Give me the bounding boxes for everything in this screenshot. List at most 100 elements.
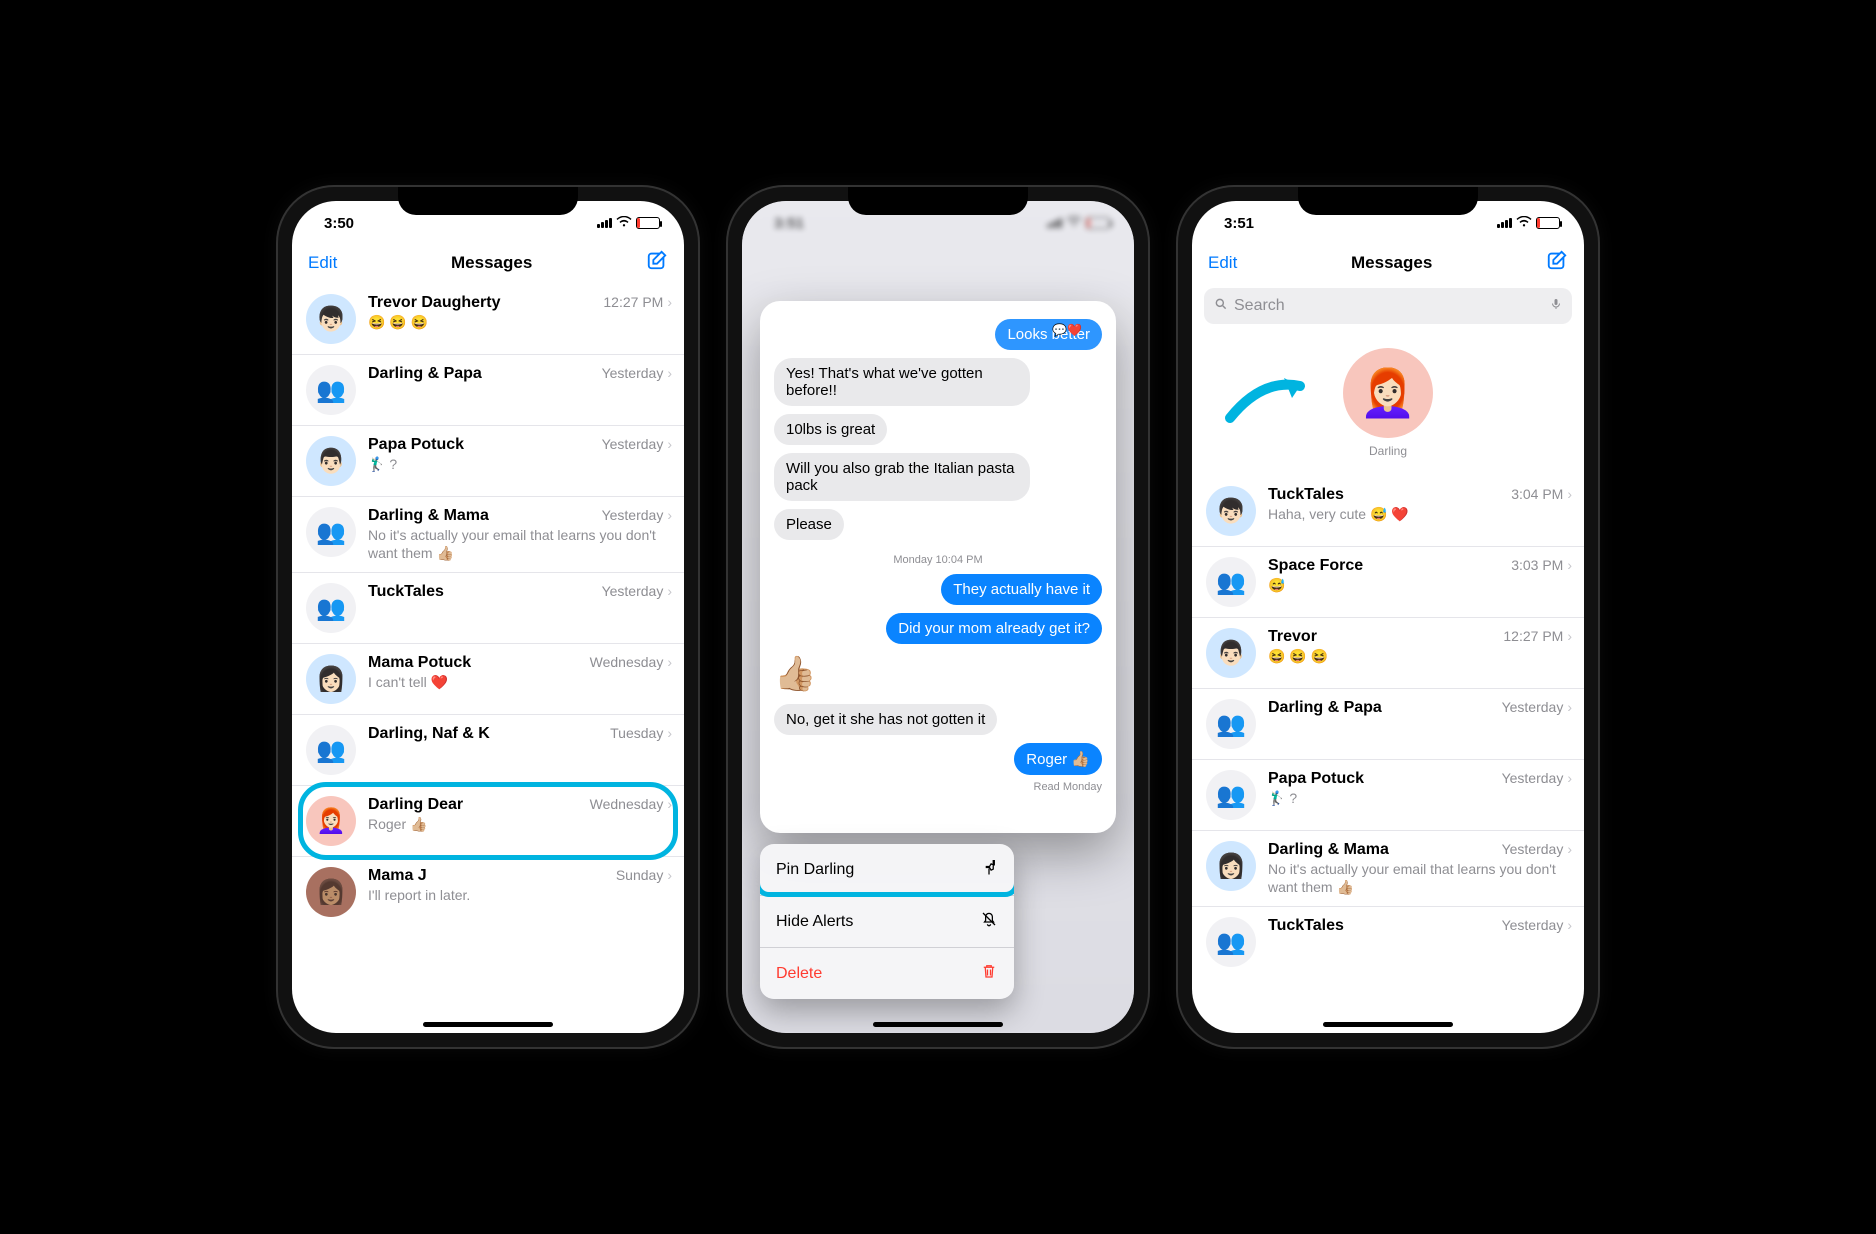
conversation-preview: 🏌🏻‍♂️ ? (368, 456, 672, 474)
edit-button[interactable]: Edit (1208, 253, 1237, 273)
conversation-row[interactable]: 👥TuckTalesYesterday› (1192, 907, 1584, 977)
conversation-preview: Haha, very cute 😅 ❤️ (1268, 506, 1572, 524)
conversation-row[interactable]: 👥Darling & PapaYesterday› (292, 355, 684, 426)
conversation-row[interactable]: 👦🏻TuckTales3:04 PM›Haha, very cute 😅 ❤️ (1192, 476, 1584, 547)
bell-slash-icon (980, 910, 998, 933)
conversation-row[interactable]: 👩🏻Darling & MamaYesterday›No it's actual… (1192, 831, 1584, 907)
avatar: 👩🏽 (306, 867, 356, 917)
chevron-right-icon: › (1567, 628, 1572, 644)
home-indicator[interactable] (1323, 1022, 1453, 1027)
menu-item-delete[interactable]: Delete (760, 948, 1014, 999)
read-receipt: Read Monday (774, 779, 1102, 793)
conversation-row[interactable]: 👦🏻Trevor Daugherty12:27 PM›😆 😆 😆 (292, 284, 684, 355)
conversation-name: Darling & Papa (368, 365, 482, 383)
conversation-preview: 😆 😆 😆 (1268, 648, 1572, 666)
chevron-right-icon: › (667, 365, 672, 381)
chevron-right-icon: › (1567, 557, 1572, 573)
menu-item-label: Delete (776, 965, 822, 983)
message-in: Please (774, 509, 844, 540)
conversation-row[interactable]: 👥Space Force3:03 PM›😅 (1192, 547, 1584, 618)
annotation-arrow-icon (1222, 368, 1322, 433)
conversation-row[interactable]: 👥Darling & PapaYesterday› (1192, 689, 1584, 760)
message-in: No, get it she has not gotten it (774, 704, 997, 735)
conversation-preview: 😅 (1268, 577, 1572, 595)
conversation-time: 3:04 PM (1511, 486, 1563, 502)
conversation-row[interactable]: 👩🏽 Mama J Sunday› I'll report in later. (292, 857, 684, 927)
conversation-time: Sunday (616, 867, 663, 883)
conversation-row[interactable]: 👥Darling, Naf & KTuesday› (292, 715, 684, 786)
conversation-time: 3:03 PM (1511, 557, 1563, 573)
conversation-preview: I'll report in later. (368, 887, 672, 905)
message-in: Will you also grab the Italian pasta pac… (774, 453, 1030, 501)
conversation-list[interactable]: 👦🏻TuckTales3:04 PM›Haha, very cute 😅 ❤️ 👥… (1192, 476, 1584, 977)
avatar: 👩🏻 (1206, 841, 1256, 891)
phone-frame-1: 3:50 Edit Messages 👦🏻Trevor Daugh (278, 187, 698, 1047)
search-icon (1214, 297, 1228, 316)
compose-button[interactable] (1546, 249, 1568, 276)
conversation-name: Space Force (1268, 557, 1363, 575)
compose-button[interactable] (646, 249, 668, 276)
conversation-row[interactable]: 👥Papa PotuckYesterday›🏌🏻‍♂️ ? (1192, 760, 1584, 831)
conversation-name: Mama Potuck (368, 654, 471, 672)
avatar: 👥 (306, 507, 356, 557)
conversation-row[interactable]: 👩🏻‍🦰Darling DearWednesday›Roger 👍🏼 (292, 786, 684, 857)
home-indicator[interactable] (873, 1022, 1003, 1027)
conversation-name: Papa Potuck (368, 436, 464, 454)
page-title: Messages (1351, 253, 1432, 273)
chevron-right-icon: › (667, 867, 672, 883)
avatar: 👩🏻‍🦰 (306, 796, 356, 846)
chevron-right-icon: › (667, 654, 672, 670)
home-indicator[interactable] (423, 1022, 553, 1027)
message-timestamp: Monday 10:04 PM (774, 544, 1102, 570)
message-out: They actually have it (941, 574, 1102, 605)
status-time: 3:51 (774, 215, 804, 232)
message-in: Yes! That's what we've gotten before!! (774, 358, 1030, 406)
chevron-right-icon: › (667, 507, 672, 523)
battery-icon (1086, 217, 1110, 229)
menu-item-pin[interactable]: Pin Darling (760, 844, 1014, 896)
avatar: 👨🏻 (1206, 628, 1256, 678)
chevron-right-icon: › (1567, 699, 1572, 715)
pinned-name: Darling (1369, 444, 1407, 458)
conversation-name: Trevor (1268, 628, 1317, 646)
avatar: 👥 (1206, 917, 1256, 967)
conversation-name: Mama J (368, 867, 427, 885)
notch (398, 187, 578, 215)
chevron-right-icon: › (1567, 841, 1572, 857)
conversation-preview: Roger 👍🏼 (368, 816, 672, 834)
conversation-time: 12:27 PM (603, 294, 663, 310)
conversation-row[interactable]: 👩🏻Mama PotuckWednesday›I can't tell ❤️ (292, 644, 684, 715)
conversation-time: Yesterday (602, 583, 664, 599)
conversation-row[interactable]: 👥TuckTalesYesterday› (292, 573, 684, 644)
conversation-time: 12:27 PM (1503, 628, 1563, 644)
context-menu: Pin Darling Hide Alerts Delete (760, 844, 1014, 999)
avatar: 👥 (306, 583, 356, 633)
mic-icon[interactable] (1550, 296, 1562, 317)
conversation-name: TuckTales (368, 583, 444, 601)
trash-icon (980, 962, 998, 985)
chevron-right-icon: › (1567, 917, 1572, 933)
conversation-row[interactable]: 👨🏻Papa PotuckYesterday›🏌🏻‍♂️ ? (292, 426, 684, 497)
message-in: 10lbs is great (774, 414, 887, 445)
conversation-list[interactable]: 👦🏻Trevor Daugherty12:27 PM›😆 😆 😆👥Darling… (292, 284, 684, 927)
conversation-time: Yesterday (602, 436, 664, 452)
menu-item-label: Hide Alerts (776, 913, 853, 931)
conversation-preview-card[interactable]: Looks better 💬❤️ Yes! That's what we've … (760, 301, 1116, 833)
nav-bar: Edit Messages (292, 245, 684, 284)
conversation-time: Yesterday (1502, 770, 1564, 786)
status-time: 3:50 (324, 215, 354, 232)
menu-item-label: Pin Darling (776, 861, 854, 879)
conversation-time: Yesterday (602, 507, 664, 523)
conversation-time: Yesterday (1502, 699, 1564, 715)
pinned-conversations: 👩🏻‍🦰 Darling (1192, 334, 1584, 476)
cellular-icon (597, 218, 612, 228)
search-input[interactable]: Search (1204, 288, 1572, 324)
conversation-row[interactable]: 👨🏻 Trevor 12:27 PM› 😆 😆 😆 (1192, 618, 1584, 689)
conversation-time: Wednesday (590, 796, 664, 812)
pinned-avatar[interactable]: 👩🏻‍🦰 (1343, 348, 1433, 438)
wifi-icon (616, 215, 632, 231)
edit-button[interactable]: Edit (308, 253, 337, 273)
status-time: 3:51 (1224, 215, 1254, 232)
conversation-row[interactable]: 👥Darling & MamaYesterday›No it's actuall… (292, 497, 684, 573)
menu-item-hide-alerts[interactable]: Hide Alerts (760, 896, 1014, 948)
